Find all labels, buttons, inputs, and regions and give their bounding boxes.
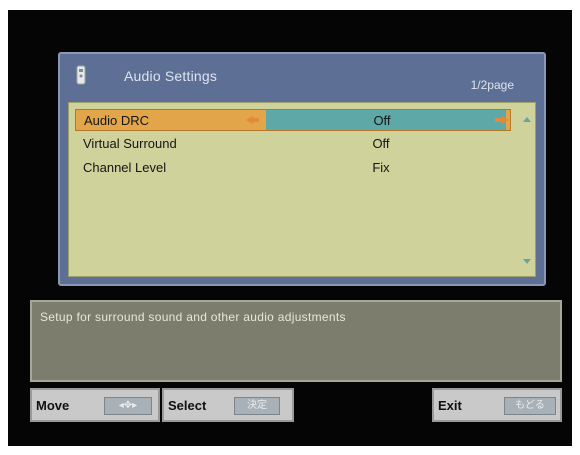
move-label: Move xyxy=(36,398,70,413)
menu-item-label: Virtual Surround xyxy=(83,136,177,151)
exit-control: Exit もどる xyxy=(432,388,562,422)
menu-item-label: Channel Level xyxy=(83,160,167,175)
menu-item-channel-level[interactable]: Channel Level Fix xyxy=(75,157,511,179)
right-arrow-stem xyxy=(495,118,502,122)
tv-screen: Audio Settings 1/2page Audio DRC Off Vir… xyxy=(8,10,572,446)
right-arrow-icon[interactable] xyxy=(502,116,509,124)
left-arrow-icon[interactable] xyxy=(246,116,253,124)
menu-item-value: Off xyxy=(373,113,391,128)
menu-item-value: Off xyxy=(372,136,390,151)
menu-item-label: Audio DRC xyxy=(84,113,150,128)
menu-item-value: Fix xyxy=(372,160,390,175)
enter-key-icon: 決定 xyxy=(234,397,280,415)
select-label: Select xyxy=(168,398,207,413)
remote-control-icon xyxy=(76,65,86,85)
audio-settings-panel: Audio Settings 1/2page Audio DRC Off Vir… xyxy=(58,52,546,286)
page-indicator: 1/2page xyxy=(470,78,514,92)
description-box: Setup for surround sound and other audio… xyxy=(30,300,562,382)
left-arrow-stem xyxy=(253,118,259,122)
return-key-icon: もどる xyxy=(504,397,556,415)
directional-pad-icon: ◂✥▸ xyxy=(104,397,152,415)
exit-label: Exit xyxy=(438,398,462,413)
select-control: Select 決定 xyxy=(162,388,294,422)
panel-header: Audio Settings 1/2page xyxy=(60,54,544,98)
menu-item-virtual-surround[interactable]: Virtual Surround Off xyxy=(75,133,511,155)
scroll-down-icon[interactable] xyxy=(523,259,531,264)
settings-list: Audio DRC Off Virtual Surround Off Chann… xyxy=(68,102,536,277)
menu-title: Audio Settings xyxy=(124,68,218,84)
description-text: Setup for surround sound and other audio… xyxy=(40,310,346,324)
move-control: Move ◂✥▸ xyxy=(30,388,160,422)
scroll-up-icon[interactable] xyxy=(523,117,531,122)
menu-item-audio-drc[interactable]: Audio DRC Off xyxy=(75,109,511,131)
